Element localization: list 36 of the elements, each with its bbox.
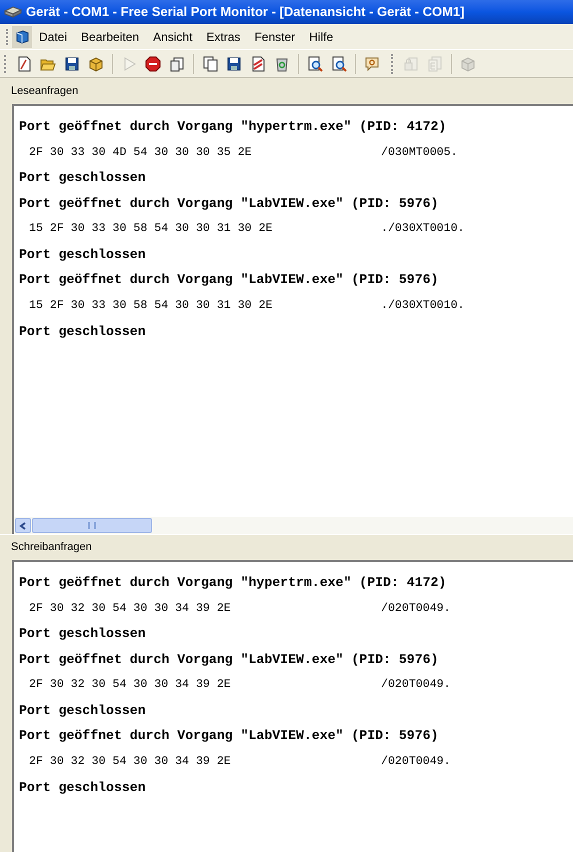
menu-item[interactable]: Bearbeiten (74, 28, 146, 46)
ascii-data: ./030XT0010. (381, 298, 464, 314)
ascii-data: /030MT0005. (381, 144, 458, 161)
menu-item[interactable]: Hilfe (302, 28, 340, 46)
device-icon (4, 6, 22, 18)
log-event: Port geschlossen (19, 625, 146, 644)
hex-data: 2F 30 32 30 54 30 30 34 39 2E (29, 754, 232, 770)
panel-label: Leseanfragen (11, 84, 78, 99)
horizontal-scrollbar[interactable] (14, 517, 573, 534)
window-title: Gerät - COM1 - Free Serial Port Monitor - [Datenansicht - Gerät - COM1] (26, 3, 464, 22)
log-event: Port geschlossen (19, 702, 146, 720)
log-event: Port geschlossen (19, 778, 146, 797)
hex-data: 2F 30 32 30 54 30 30 34 39 2E (29, 677, 232, 694)
ascii-data: ./030XT0010. (381, 221, 464, 238)
log-event: Port geöffnet durch Vorgang "hypertrm.exe" (PID: 4172) (19, 118, 446, 136)
log-event: Port geöffnet durch Vorgang "LabVIEW.exe" (PID: 5976) (19, 194, 438, 213)
menu-item[interactable]: Fenster (247, 28, 302, 46)
log-event: Port geöffnet durch Vorgang "hypertrm.exe" (PID: 4172) (19, 574, 446, 592)
menu-item[interactable]: Extras (199, 28, 248, 46)
panel-label: Schreibanfragen (11, 540, 92, 556)
hex-data: 15 2F 30 33 30 58 54 30 30 31 30 2E (29, 221, 274, 238)
ascii-data: /020T0049. (381, 754, 451, 770)
menu-item[interactable]: Ansicht (146, 28, 200, 46)
hex-data: 15 2F 30 33 30 58 54 30 30 31 30 2E (29, 298, 274, 314)
log-event: Port geschlossen (19, 246, 146, 264)
ascii-data: /020T0049. (381, 600, 451, 617)
hex-data: 2F 30 33 30 4D 54 30 30 30 35 2E (29, 144, 253, 161)
hex-data: 2F 30 32 30 54 30 30 34 39 2E (29, 600, 232, 617)
ascii-data: /020T0049. (381, 677, 451, 694)
log-event: Port geöffnet durch Vorgang "LabVIEW.exe" (PID: 5976) (19, 650, 438, 669)
grip-icon[interactable] (88, 522, 96, 529)
log-event: Port geöffnet durch Vorgang "LabVIEW.exe" (PID: 5976) (19, 271, 438, 290)
log-event: Port geschlossen (19, 322, 146, 341)
log-event: Port geschlossen (19, 169, 146, 188)
menu-item[interactable]: Datei (32, 28, 74, 46)
log-event: Port geöffnet durch Vorgang "LabVIEW.exe" (PID: 5976) (19, 727, 438, 746)
